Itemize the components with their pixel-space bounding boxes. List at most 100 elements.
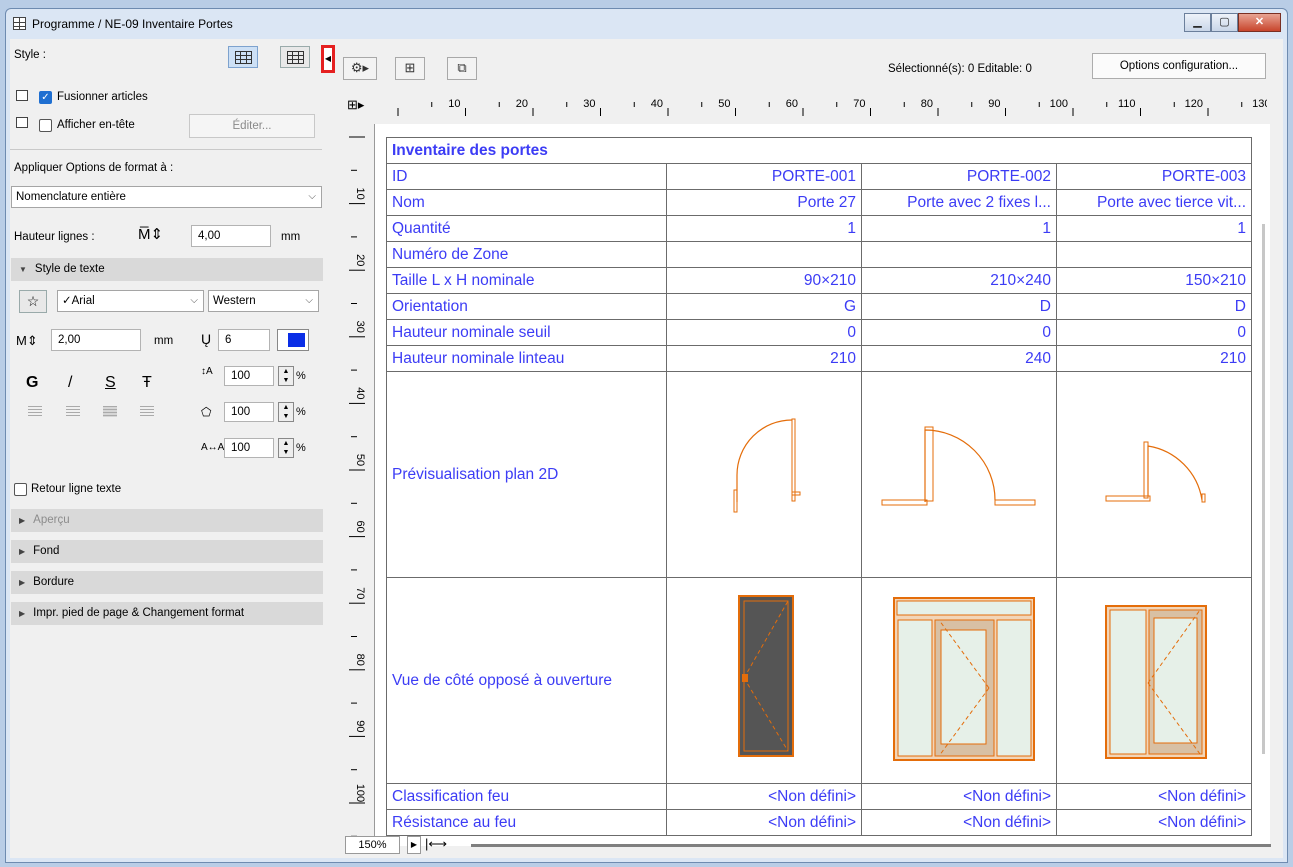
row-label[interactable]: Quantité: [386, 215, 667, 242]
table-cell[interactable]: PORTE-003: [1056, 163, 1252, 190]
table-cell[interactable]: Porte avec tierce vit...: [1056, 189, 1252, 216]
table-cell[interactable]: <Non défini>: [666, 809, 862, 836]
maximize-button[interactable]: ▢: [1211, 13, 1238, 32]
pen-input[interactable]: 6: [218, 329, 270, 351]
frame-button[interactable]: ⊞: [395, 57, 425, 80]
charset-select[interactable]: Western ⌵: [208, 290, 319, 312]
align-right-icon[interactable]: [103, 406, 117, 417]
char-width-input[interactable]: 100: [224, 402, 274, 422]
row-label[interactable]: Résistance au feu: [386, 809, 667, 836]
table-cell[interactable]: 150×210: [1056, 267, 1252, 294]
table-row: Taille L x H nominale 90×210 210×240 150×21…: [386, 267, 1252, 294]
merge-items-checkbox[interactable]: ✓: [39, 91, 52, 104]
close-button[interactable]: ✕: [1238, 13, 1281, 32]
arrange-button[interactable]: ⧉: [447, 57, 477, 80]
font-size-input[interactable]: 2,00: [51, 329, 141, 351]
text-style-section[interactable]: ▼ Style de texte: [11, 258, 323, 281]
plan-preview-cell[interactable]: [1056, 371, 1252, 578]
font-select[interactable]: ✓Arial ⌵: [57, 290, 204, 312]
strikethrough-button[interactable]: Ŧ: [142, 374, 152, 392]
text-color-swatch[interactable]: [277, 329, 309, 351]
insert-row-icon[interactable]: ⊞▸: [347, 97, 364, 113]
table-cell[interactable]: 1: [861, 215, 1057, 242]
align-center-icon[interactable]: [66, 406, 80, 417]
horizontal-scrollbar[interactable]: [471, 844, 1271, 847]
table-cell[interactable]: [861, 241, 1057, 268]
footer-section[interactable]: ▶ Impr. pied de page & Changement format: [11, 602, 323, 625]
char-spacing-spinner[interactable]: ▲ ▼: [278, 438, 294, 458]
table-cell[interactable]: D: [1056, 293, 1252, 320]
table-cell[interactable]: 240: [861, 345, 1057, 372]
table-cell[interactable]: PORTE-002: [861, 163, 1057, 190]
char-width-spinner[interactable]: ▲ ▼: [278, 402, 294, 422]
door-plan-icon: [881, 426, 1036, 506]
table-cell[interactable]: Porte 27: [666, 189, 862, 216]
table-cell[interactable]: 1: [1056, 215, 1252, 242]
table-cell[interactable]: <Non défini>: [1056, 783, 1252, 810]
table-cell[interactable]: 0: [861, 319, 1057, 346]
zoom-menu-button[interactable]: ▶: [407, 836, 421, 854]
italic-button[interactable]: /: [68, 374, 72, 392]
side-view-label[interactable]: Vue de côté opposé à ouverture: [386, 577, 667, 784]
grid-icon: [235, 51, 252, 64]
apply-format-select[interactable]: Nomenclature entière ⌵: [11, 186, 322, 208]
show-header-checkbox[interactable]: [39, 119, 52, 132]
table-cell[interactable]: <Non défini>: [1056, 809, 1252, 836]
table-cell[interactable]: [666, 241, 862, 268]
row-label[interactable]: Nom: [386, 189, 667, 216]
side-view-cell[interactable]: [666, 577, 862, 784]
table-cell[interactable]: 210×240: [861, 267, 1057, 294]
table-cell[interactable]: 210: [666, 345, 862, 372]
row-label[interactable]: Classification feu: [386, 783, 667, 810]
plan-preview-cell[interactable]: [666, 371, 862, 578]
border-section[interactable]: ▶ Bordure: [11, 571, 323, 594]
line-spacing-input[interactable]: 100: [224, 366, 274, 386]
table-cell[interactable]: 0: [1056, 319, 1252, 346]
row-height-input[interactable]: 4,00: [191, 225, 271, 247]
favorites-button[interactable]: ☆: [19, 290, 47, 313]
plan-preview-cell[interactable]: [861, 371, 1057, 578]
options-configuration-button[interactable]: Options configuration...: [1092, 53, 1266, 79]
collapse-panel-button[interactable]: ◀: [321, 45, 335, 73]
bold-button[interactable]: G: [26, 374, 38, 392]
zoom-field[interactable]: 150%: [345, 836, 400, 854]
style-grid-button[interactable]: [228, 46, 258, 68]
row-label[interactable]: Hauteur nominale linteau: [386, 345, 667, 372]
fit-width-icon[interactable]: |⟷: [425, 836, 447, 852]
table-cell[interactable]: <Non défini>: [861, 809, 1057, 836]
minimize-button[interactable]: ▁: [1184, 13, 1211, 32]
table-cell[interactable]: 1: [666, 215, 862, 242]
table-cell[interactable]: 0: [666, 319, 862, 346]
vertical-scrollbar[interactable]: [1262, 224, 1265, 754]
table-cell[interactable]: Porte avec 2 fixes l...: [861, 189, 1057, 216]
row-label[interactable]: Taille L x H nominale: [386, 267, 667, 294]
side-view-cell[interactable]: [861, 577, 1057, 784]
row-label[interactable]: Orientation: [386, 293, 667, 320]
table-cell[interactable]: <Non défini>: [861, 783, 1057, 810]
background-section[interactable]: ▶ Fond: [11, 540, 323, 563]
align-justify-icon[interactable]: [140, 406, 154, 417]
table-cell[interactable]: PORTE-001: [666, 163, 862, 190]
table-cell[interactable]: G: [666, 293, 862, 320]
table-cell[interactable]: [1056, 241, 1252, 268]
table-cell[interactable]: D: [861, 293, 1057, 320]
percent-label: %: [296, 442, 306, 454]
row-label[interactable]: ID: [386, 163, 667, 190]
row-label[interactable]: Numéro de Zone: [386, 241, 667, 268]
table-cell[interactable]: <Non défini>: [666, 783, 862, 810]
schedule-title[interactable]: Inventaire des portes: [386, 137, 1252, 164]
preview-label[interactable]: Prévisualisation plan 2D: [386, 371, 667, 578]
schedule-table: Inventaire des portes ID PORTE-001 PORTE-0…: [386, 137, 1252, 836]
settings-button[interactable]: ⚙▸: [343, 57, 377, 80]
style-table-button[interactable]: [280, 46, 310, 68]
line-spacing-spinner[interactable]: ▲ ▼: [278, 366, 294, 386]
char-spacing-input[interactable]: 100: [224, 438, 274, 458]
underline-button[interactable]: S: [105, 374, 116, 392]
table-cell[interactable]: 210: [1056, 345, 1252, 372]
edit-header-button[interactable]: Éditer...: [189, 114, 315, 138]
table-cell[interactable]: 90×210: [666, 267, 862, 294]
side-view-cell[interactable]: [1056, 577, 1252, 784]
align-left-icon[interactable]: [28, 406, 42, 417]
wrap-text-checkbox[interactable]: [14, 483, 27, 496]
row-label[interactable]: Hauteur nominale seuil: [386, 319, 667, 346]
